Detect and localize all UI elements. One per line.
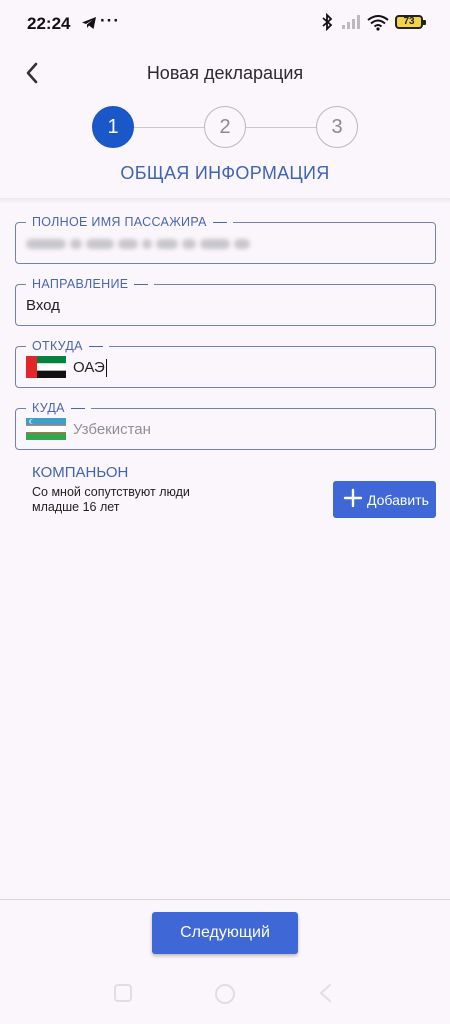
header-divider bbox=[0, 198, 450, 204]
direction-value: Вход bbox=[26, 297, 60, 314]
wifi-icon bbox=[367, 15, 389, 31]
system-navigation-bar bbox=[0, 964, 450, 1024]
bluetooth-icon bbox=[322, 13, 333, 31]
signal-icon bbox=[342, 15, 360, 29]
step-3[interactable]: 3 bbox=[316, 106, 358, 148]
companion-description: Со мной сопутствуют люди младше 16 лет bbox=[32, 485, 190, 514]
add-companion-button[interactable]: Добавить bbox=[333, 481, 436, 518]
to-placeholder: Узбекистан bbox=[73, 421, 151, 438]
battery-tip bbox=[423, 20, 426, 25]
plus-icon bbox=[343, 488, 363, 508]
direction-label: НАПРАВЛЕНИЕ bbox=[26, 276, 155, 292]
status-time: 22:24 bbox=[27, 14, 71, 33]
back-nav-icon[interactable] bbox=[315, 982, 337, 1004]
from-value: ОАЭ bbox=[73, 359, 108, 378]
section-title: ОБЩАЯ ИНФОРМАЦИЯ bbox=[120, 163, 330, 183]
text-cursor bbox=[105, 359, 108, 378]
battery-level: 73 bbox=[403, 16, 415, 27]
bottom-divider bbox=[0, 899, 450, 900]
from-value-text: ОАЭ bbox=[73, 359, 105, 376]
telegram-icon bbox=[82, 17, 96, 29]
step-1[interactable]: 1 bbox=[92, 106, 134, 148]
next-button-label: Следующий bbox=[180, 924, 270, 941]
page-title: Новая декларация bbox=[146, 63, 304, 83]
stepper: 1 2 3 bbox=[0, 103, 450, 153]
step-connector bbox=[134, 127, 204, 128]
recent-apps-icon[interactable] bbox=[112, 982, 134, 1004]
step-2[interactable]: 2 bbox=[204, 106, 246, 148]
passenger-name-field[interactable]: ПОЛНОЕ ИМЯ ПАССАЖИРА bbox=[15, 214, 436, 264]
status-bar: 22:24 ··· 73 bbox=[0, 0, 450, 44]
from-field[interactable]: ОТКУДА ОАЭ bbox=[15, 338, 436, 388]
from-label: ОТКУДА bbox=[26, 338, 109, 354]
companion-title: КОМПАНЬОН bbox=[32, 464, 129, 481]
next-button[interactable]: Следующий bbox=[152, 912, 298, 954]
step-connector bbox=[246, 127, 316, 128]
to-label: КУДА bbox=[26, 400, 91, 416]
battery-icon: 73 bbox=[395, 15, 426, 29]
add-companion-label: Добавить bbox=[367, 492, 429, 508]
to-field[interactable]: КУДА Узбекистан bbox=[15, 400, 436, 450]
passenger-name-redacted bbox=[26, 235, 254, 249]
uae-flag-icon bbox=[26, 356, 66, 378]
uzbekistan-flag-icon bbox=[26, 418, 66, 440]
more-notifications-icon: ··· bbox=[100, 11, 120, 30]
home-icon[interactable] bbox=[213, 982, 237, 1006]
direction-field[interactable]: НАПРАВЛЕНИЕ Вход bbox=[15, 276, 436, 326]
passenger-name-label: ПОЛНОЕ ИМЯ ПАССАЖИРА bbox=[26, 214, 233, 230]
